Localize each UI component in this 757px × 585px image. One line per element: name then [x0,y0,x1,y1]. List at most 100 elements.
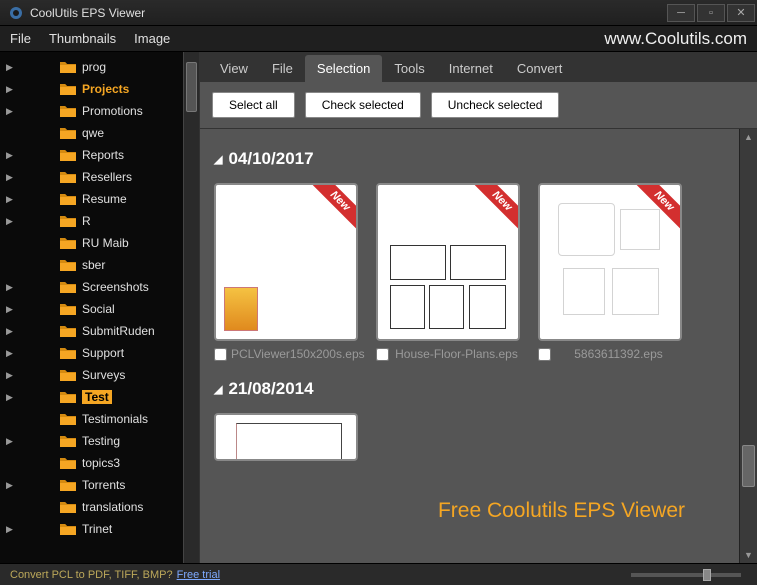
expand-icon[interactable]: ▶ [6,326,16,337]
thumbnail-preview[interactable]: New [376,183,520,341]
folder-tree-item[interactable]: ▶Testing [0,430,183,452]
thumbnail-checkbox[interactable] [538,348,551,361]
status-link[interactable]: Free trial [177,569,220,581]
folder-tree-item[interactable]: ▶Support [0,342,183,364]
folder-tree-item[interactable]: ▶SubmitRuden [0,320,183,342]
folder-tree-item[interactable]: qwe [0,122,183,144]
thumbnail-checkbox[interactable] [376,348,389,361]
folder-tree-item[interactable]: ▶Social [0,298,183,320]
collapse-icon: ◢ [214,153,222,166]
thumbnail-card[interactable]: New 5863611392.eps [538,183,682,361]
thumbnail-filename: 5863611392.eps [555,347,682,361]
sidebar-scroll-thumb[interactable] [186,62,197,112]
folder-tree-item[interactable]: ▶ Surveys [0,364,183,386]
tab-file[interactable]: File [260,55,305,82]
folder-tree-item[interactable]: ▶ Trinet [0,518,183,540]
folder-tree-item[interactable]: ▶Projects [0,78,183,100]
folder-icon [60,148,76,162]
uncheck-selected-button[interactable]: Uncheck selected [431,92,560,118]
sidebar: ▶prog▶Projects▶Promotions qwe ▶ Reports ▶Res… [0,52,200,563]
folder-icon [60,104,76,118]
folder-label: Reports [82,148,124,162]
tab-internet[interactable]: Internet [437,55,505,82]
thumbnail-preview[interactable] [214,413,358,461]
close-button[interactable]: ✕ [727,4,755,22]
menu-file[interactable]: File [10,31,31,46]
expand-icon[interactable]: ▶ [6,304,16,315]
sidebar-scrollbar[interactable] [183,52,199,563]
zoom-slider[interactable] [625,573,747,577]
folder-tree-item[interactable]: ▶Resellers [0,166,183,188]
brand-url[interactable]: www.Coolutils.com [604,29,747,49]
folder-tree-item[interactable]: ▶ Reports [0,144,183,166]
folder-label: topics3 [82,456,120,470]
folder-icon [60,280,76,294]
scroll-down-icon[interactable]: ▼ [740,547,757,563]
folder-icon [60,82,76,96]
folder-icon [60,214,76,228]
thumbnail-card[interactable] [214,413,358,461]
expand-icon[interactable]: ▶ [6,106,16,117]
select-all-button[interactable]: Select all [212,92,295,118]
folder-tree-item[interactable]: topics3 [0,452,183,474]
folder-tree-item[interactable]: RU Maib [0,232,183,254]
folder-icon [60,368,76,382]
tab-selection[interactable]: Selection [305,55,382,82]
scroll-up-icon[interactable]: ▲ [740,129,757,145]
expand-icon[interactable]: ▶ [6,172,16,183]
folder-tree-item[interactable]: Testimonials [0,408,183,430]
zoom-track[interactable] [631,573,741,577]
status-text: Convert PCL to PDF, TIFF, BMP? [10,569,173,581]
folder-tree-item[interactable]: ▶Resume [0,188,183,210]
folder-tree-item[interactable]: translations [0,496,183,518]
expand-icon[interactable]: ▶ [6,392,16,403]
expand-icon[interactable]: ▶ [6,282,16,293]
expand-icon[interactable]: ▶ [6,348,16,359]
thumbnail-card[interactable]: New PCLViewer150x200s.eps [214,183,358,361]
thumbnail-preview[interactable]: New [214,183,358,341]
thumbnail-preview[interactable]: New [538,183,682,341]
watermark-text: Free Coolutils EPS Viewer [438,499,685,523]
folder-label: qwe [82,126,104,140]
folder-label: Trinet [82,522,112,536]
maximize-button[interactable]: ▫ [697,4,725,22]
tab-convert[interactable]: Convert [505,55,575,82]
expand-icon[interactable]: ▶ [6,84,16,95]
expand-icon[interactable]: ▶ [6,216,16,227]
thumbnail-checkbox[interactable] [214,348,227,361]
folder-tree-item[interactable]: ▶R [0,210,183,232]
check-selected-button[interactable]: Check selected [305,92,421,118]
minimize-button[interactable]: ─ [667,4,695,22]
folder-icon [60,500,76,514]
folder-label: Surveys [82,368,125,382]
folder-tree-item[interactable]: ▶Screenshots [0,276,183,298]
expand-icon[interactable]: ▶ [6,194,16,205]
zoom-thumb[interactable] [703,569,711,581]
date-group-header[interactable]: ◢ 04/10/2017 [214,149,725,169]
tab-view[interactable]: View [208,55,260,82]
folder-tree-item[interactable]: sber [0,254,183,276]
expand-icon[interactable]: ▶ [6,436,16,447]
folder-tree[interactable]: ▶prog▶Projects▶Promotions qwe ▶ Reports ▶Res… [0,52,183,563]
folder-tree-item[interactable]: ▶prog [0,56,183,78]
folder-tree-item[interactable]: ▶Torrents [0,474,183,496]
expand-icon[interactable]: ▶ [6,370,16,381]
folder-tree-item[interactable]: ▶Promotions [0,100,183,122]
folder-tree-item[interactable]: ▶Test [0,386,183,408]
folder-label: R [82,214,91,228]
app-logo-icon [8,5,24,21]
folder-icon [60,236,76,250]
expand-icon[interactable]: ▶ [6,480,16,491]
expand-icon[interactable]: ▶ [6,150,16,161]
expand-icon[interactable]: ▶ [6,524,16,535]
content-scroll-thumb[interactable] [742,445,755,487]
folder-icon [60,346,76,360]
expand-icon[interactable]: ▶ [6,62,16,73]
menu-image[interactable]: Image [134,31,170,46]
date-group-header[interactable]: ◢ 21/08/2014 [214,379,725,399]
menu-thumbnails[interactable]: Thumbnails [49,31,116,46]
thumbnail-card[interactable]: New House-Floor-Plans.eps [376,183,520,361]
tab-tools[interactable]: Tools [382,55,436,82]
content-scrollbar[interactable]: ▲ ▼ [739,129,757,563]
thumbnail-filename: PCLViewer150x200s.eps [231,347,365,361]
